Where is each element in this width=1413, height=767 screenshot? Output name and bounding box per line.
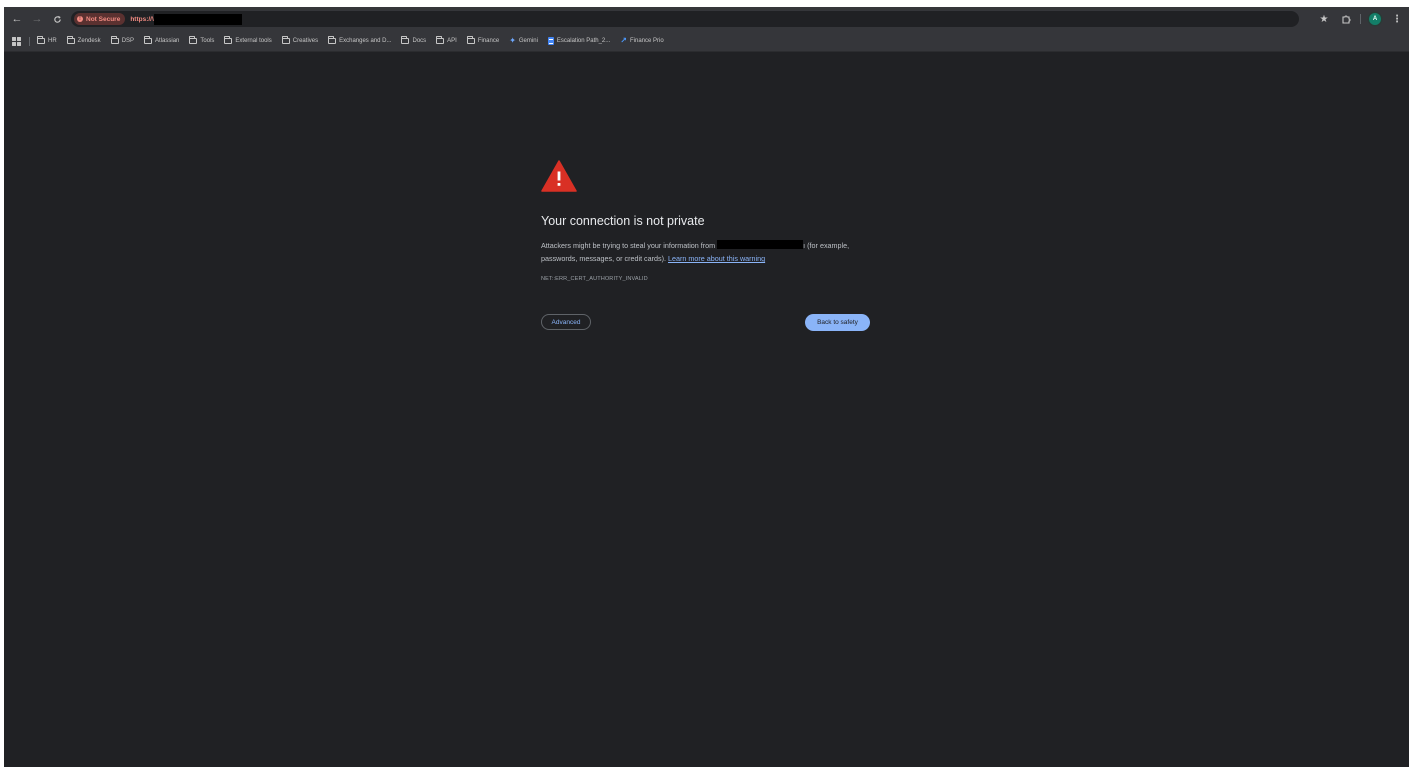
bookmark-label: External tools [235, 38, 272, 44]
folder-icon [66, 36, 75, 44]
bookmark-label: Finance [477, 38, 500, 44]
warning-triangle-icon [541, 160, 577, 192]
folder-icon [328, 36, 337, 44]
arrow-right-icon: → [31, 13, 43, 25]
bookmark-item[interactable]: API [436, 36, 457, 44]
folder-icon [110, 36, 119, 44]
url-redaction [153, 13, 242, 25]
toolbar-divider [1360, 14, 1361, 24]
bookmark-item[interactable]: DSP [110, 36, 135, 44]
bookmark-item[interactable]: HR [37, 36, 57, 44]
advanced-button[interactable]: Advanced [541, 314, 591, 330]
bookmark-item[interactable]: Creatives [281, 36, 319, 44]
bookmark-label: Tools [200, 38, 215, 44]
forward-button[interactable]: → [27, 9, 47, 29]
bookmark-item[interactable]: Finance [466, 36, 500, 44]
warning-description: Attackers might be trying to steal your … [541, 239, 871, 265]
folder-icon [37, 36, 45, 44]
url-text: https://\ [130, 15, 154, 23]
google-docs-icon [547, 37, 554, 45]
folder-icon [144, 36, 153, 44]
puzzle-icon [1342, 15, 1351, 24]
menu-button[interactable]: ⋮ [1389, 11, 1405, 27]
toolbar: ← → ! Not Secure https://\ ★ A ⋮ [4, 7, 1409, 31]
bookmark-item[interactable]: External tools [224, 36, 272, 44]
error-code: NET::ERR_CERT_AUTHORITY_INVALID [541, 276, 648, 282]
more-vert-icon: ⋮ [1392, 13, 1402, 25]
bookmark-label: Gemini [518, 38, 538, 44]
bookmark-label: Creatives [292, 38, 319, 44]
hostname-redaction [717, 240, 804, 249]
bookmark-item[interactable]: Exchanges and D... [328, 36, 392, 44]
bookmark-item[interactable]: ↗ Finance Prio [620, 37, 663, 45]
folder-icon [436, 36, 445, 44]
address-bar[interactable]: ! Not Secure https://\ [71, 11, 1299, 27]
bookmark-list: HR Zendesk DSP Atlassian Tools External tools… [37, 36, 674, 45]
folder-icon [224, 36, 233, 44]
jira-icon: ↗ [620, 36, 627, 45]
bookmark-item[interactable]: Escalation Path_2... [547, 37, 611, 45]
reload-icon [53, 15, 61, 23]
bookmark-label: DSP [121, 38, 135, 44]
extensions-button[interactable] [1338, 11, 1354, 27]
folder-icon [281, 36, 290, 44]
bookmark-item[interactable]: Tools [189, 36, 215, 44]
profile-button[interactable]: A [1367, 11, 1383, 27]
description-text-prefix: Attackers might be trying to steal your … [541, 241, 718, 250]
toolbar-actions: ★ A ⋮ [1316, 11, 1405, 27]
apps-grid-icon[interactable] [12, 36, 21, 46]
bookmark-label: Finance Prio [629, 38, 664, 44]
bookmark-label: HR [48, 38, 57, 44]
not-secure-label: Not Secure [86, 15, 121, 23]
bookmark-item[interactable]: Zendesk [66, 36, 101, 44]
learn-more-link[interactable]: Learn more about this warning [668, 254, 765, 263]
bookmarks-bar: HR Zendesk DSP Atlassian Tools External tools… [4, 31, 1409, 52]
bookmarks-divider [29, 36, 30, 46]
warning-circle-icon: ! [77, 16, 83, 22]
bookmark-label: Escalation Path_2... [556, 38, 611, 44]
gemini-icon: ✦ [509, 36, 516, 45]
bookmark-label: Zendesk [77, 38, 101, 44]
star-icon: ★ [1319, 13, 1329, 25]
back-to-safety-button[interactable]: Back to safety [805, 314, 870, 331]
arrow-left-icon: ← [11, 13, 23, 25]
folder-icon [466, 36, 475, 44]
bookmark-item[interactable]: Docs [401, 36, 427, 44]
bookmark-item[interactable]: ✦ Gemini [509, 37, 538, 45]
back-button[interactable]: ← [7, 9, 27, 29]
folder-icon [189, 36, 198, 44]
not-secure-chip[interactable]: ! Not Secure [74, 13, 126, 25]
bookmark-star-button[interactable]: ★ [1316, 11, 1332, 27]
bookmark-item[interactable]: Atlassian [144, 36, 180, 44]
bookmark-label: Atlassian [155, 38, 180, 44]
browser-window: ← → ! Not Secure https://\ ★ A ⋮ HR Zend… [4, 7, 1409, 767]
bookmark-label: Exchanges and D... [339, 38, 392, 44]
page-title: Your connection is not private [541, 214, 705, 228]
bookmark-label: API [447, 38, 457, 44]
folder-icon [401, 36, 410, 44]
avatar: A [1369, 13, 1381, 25]
reload-button[interactable] [47, 9, 67, 29]
bookmark-label: Docs [412, 38, 427, 44]
